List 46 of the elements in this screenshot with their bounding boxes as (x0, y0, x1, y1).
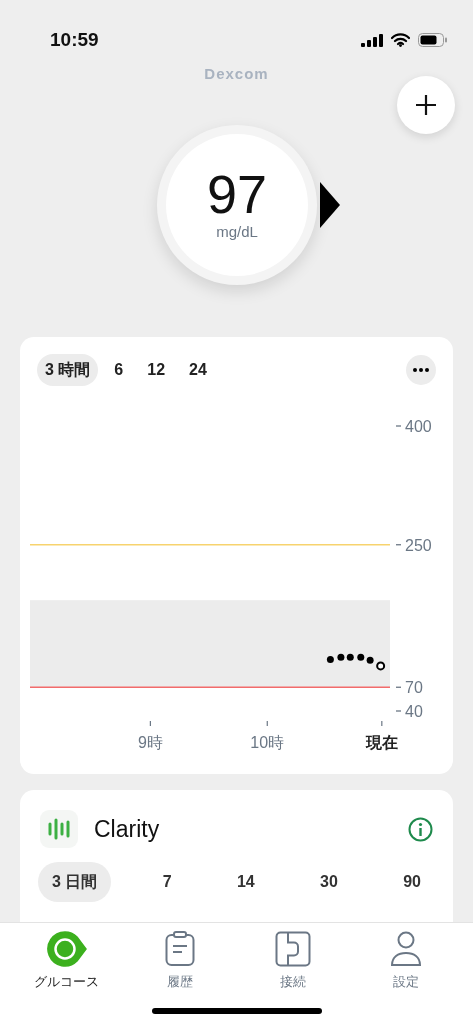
clarity-title: Clarity (94, 814, 160, 844)
x-axis-label: 現在 (365, 734, 398, 751)
y-tick-label: 400 (405, 418, 432, 435)
x-axis-tick-mark (149, 720, 151, 727)
plus-icon (415, 94, 437, 116)
tab-bar-item[interactable]: 設定 (361, 931, 452, 992)
connection-icon (275, 931, 312, 967)
x-axis-tick-mark (266, 720, 268, 727)
range-tab[interactable]: 24 (181, 354, 215, 386)
y-tick-label: 250 (405, 536, 432, 554)
clipboard-icon (164, 931, 195, 967)
tab-bar-item[interactable]: 接続 (248, 931, 339, 992)
tab-bar-item[interactable]: 履歴 (134, 931, 225, 992)
more-button[interactable] (406, 355, 436, 385)
wifi-icon (391, 33, 410, 47)
more-icon (413, 368, 429, 372)
glucose-unit: mg/dL (216, 221, 258, 242)
range-tab[interactable]: 12 (139, 354, 174, 386)
y-axis-tick: 70 (395, 679, 423, 697)
range-tab[interactable]: 6 (106, 354, 132, 386)
tab-bar-item[interactable]: グルコース (21, 931, 112, 992)
trend-arrow-icon (318, 180, 342, 230)
x-axis-label: 10時 (250, 734, 285, 751)
logo: Dexcom (204, 65, 269, 82)
x-axis-tick-mark (381, 720, 383, 727)
range-tab[interactable]: 90 (389, 862, 435, 902)
y-axis-tick: 250 (395, 536, 432, 554)
x-axis-label: 9時 (137, 734, 163, 751)
y-tick-label: 70 (405, 679, 423, 697)
clarity-logo-icon (40, 810, 78, 848)
person-icon (390, 931, 423, 967)
battery-icon (418, 33, 447, 47)
status-time: 10:59 (50, 27, 99, 52)
glucose-value: 97 (206, 166, 268, 221)
y-tick-label: 40 (405, 703, 423, 720)
signal-icon (361, 33, 383, 47)
range-tab[interactable]: 14 (222, 862, 269, 902)
range-tab[interactable]: 3 時間 (37, 354, 99, 386)
glucose-drop-icon (46, 931, 87, 967)
info-icon[interactable] (408, 816, 433, 842)
range-tab[interactable]: 30 (306, 862, 352, 902)
range-tab[interactable]: 7 (148, 862, 186, 902)
y-axis-tick: 40 (395, 703, 423, 720)
add-button[interactable] (397, 76, 455, 134)
range-tab[interactable]: 3 日間 (38, 862, 112, 902)
y-axis-tick: 400 (395, 418, 432, 435)
